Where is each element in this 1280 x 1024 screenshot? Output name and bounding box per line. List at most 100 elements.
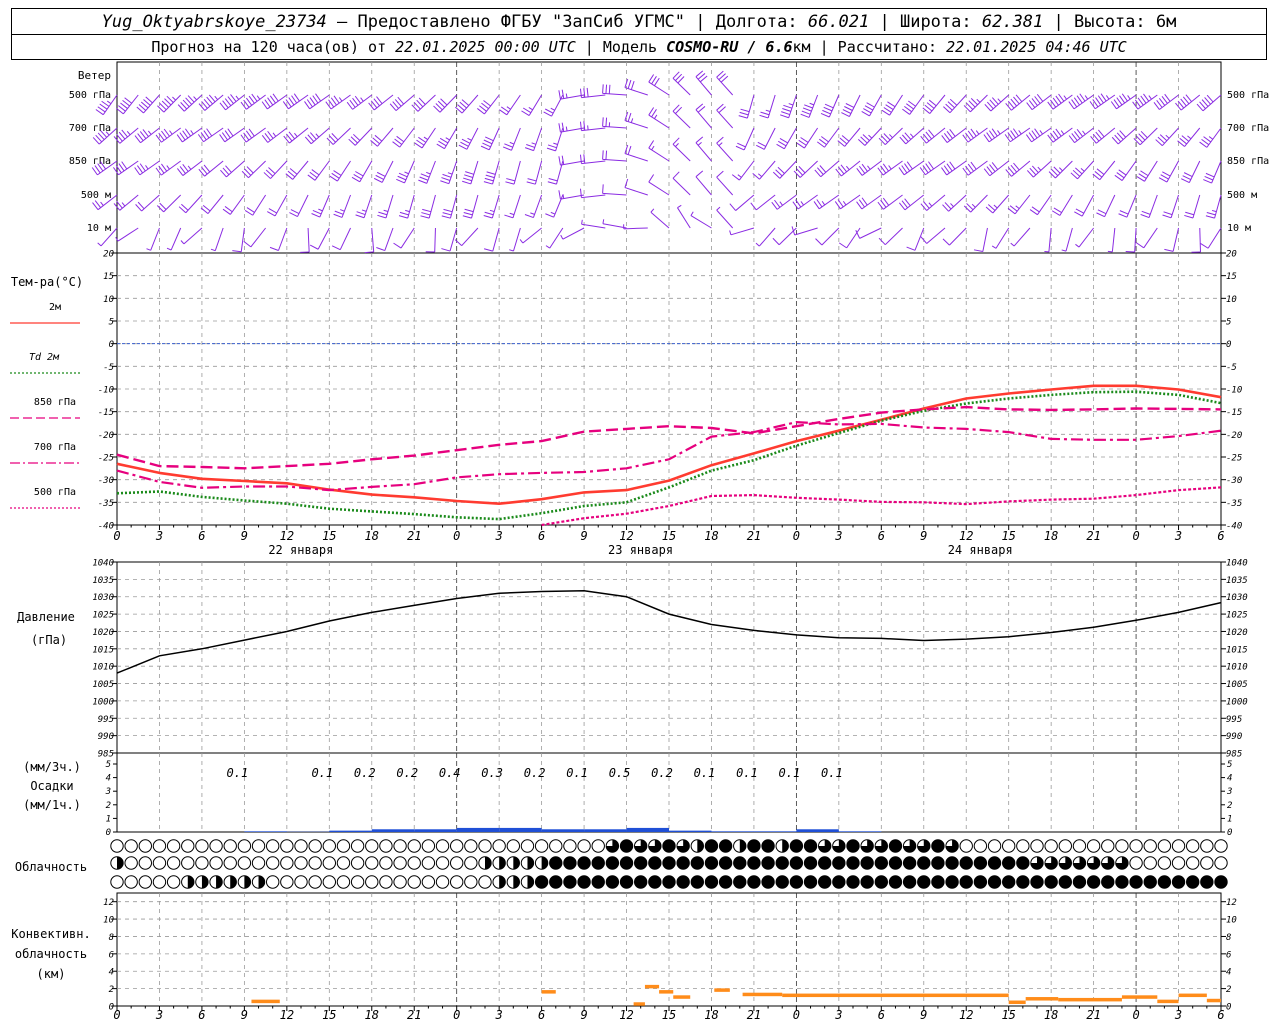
wind-barb-staff bbox=[995, 227, 1010, 249]
wind-barb-feather bbox=[1185, 211, 1195, 216]
cloud-symbol bbox=[563, 839, 577, 853]
cloud-symbol bbox=[846, 839, 860, 853]
wind-barb-feather bbox=[1119, 210, 1129, 215]
cloud-symbol bbox=[761, 856, 775, 870]
wind-barb-feather bbox=[1158, 177, 1168, 183]
wind-barb bbox=[269, 227, 288, 251]
wind-barb-feather bbox=[651, 145, 655, 151]
precip-tick-left: 0 bbox=[106, 828, 111, 838]
cloud-symbol bbox=[902, 839, 917, 853]
cloud-symbol bbox=[718, 875, 733, 889]
cloud-half bbox=[697, 839, 704, 853]
day-label: 22 января bbox=[268, 543, 333, 557]
cloud-symbol bbox=[421, 875, 436, 889]
wind-barb bbox=[1074, 194, 1095, 217]
cloud-symbol bbox=[648, 839, 662, 853]
wind-barb bbox=[729, 227, 755, 236]
wind-barb-feather bbox=[355, 214, 365, 219]
y-tick-label-left: -40 bbox=[98, 522, 114, 532]
wind-barb-feather bbox=[436, 143, 445, 150]
wind-barb-feather bbox=[975, 130, 980, 135]
wind-barb-feather bbox=[338, 97, 343, 102]
wind-barb bbox=[752, 160, 776, 180]
wind-barb-feather bbox=[447, 172, 453, 175]
wind-barb-feather bbox=[519, 239, 524, 244]
cloud-circle bbox=[874, 875, 889, 889]
cloud-circle bbox=[393, 856, 407, 870]
wind-barb-feather bbox=[524, 214, 534, 219]
cloud-symbol bbox=[874, 875, 889, 889]
wind-barb-feather bbox=[361, 209, 367, 212]
wind-barb bbox=[1029, 194, 1052, 216]
wind-barb bbox=[351, 160, 373, 183]
precip-tick-left: 1 bbox=[106, 814, 111, 824]
wind-barb-feather bbox=[888, 165, 892, 170]
x-tick-label-bottom: 0 bbox=[113, 1008, 120, 1022]
cloud-symbol bbox=[648, 875, 662, 889]
wind-barb-feather bbox=[997, 130, 1001, 135]
wind-barb bbox=[920, 194, 946, 211]
wind-barb-feather bbox=[889, 134, 893, 139]
cloud-circle bbox=[520, 839, 535, 853]
cloud-symbol bbox=[124, 875, 138, 889]
cloud-circle bbox=[1101, 875, 1115, 889]
cloud-circle bbox=[181, 839, 195, 853]
wind-barb-feather bbox=[1082, 130, 1086, 135]
wind-barb-feather bbox=[1183, 172, 1193, 178]
wind-barb-feather bbox=[1148, 95, 1152, 100]
wind-barb-staff bbox=[513, 160, 521, 185]
cloud-symbol bbox=[138, 875, 153, 889]
wind-barb-feather bbox=[482, 142, 491, 148]
wind-barb-feather bbox=[458, 144, 468, 150]
wind-barb bbox=[962, 160, 988, 176]
cloud-circle bbox=[365, 875, 379, 889]
x-tick-label-bottom: 0 bbox=[793, 1008, 800, 1022]
cloud-symbol bbox=[1115, 875, 1129, 889]
wind-barb-feather bbox=[461, 138, 471, 144]
y-tick-label-left: 1035 bbox=[92, 576, 114, 586]
cloud-symbol bbox=[1001, 839, 1016, 853]
cloud-symbol bbox=[322, 839, 337, 853]
cloud-circle bbox=[138, 875, 153, 889]
wind-barb-feather bbox=[334, 210, 344, 215]
wind-barb bbox=[963, 94, 988, 113]
precip-bar bbox=[541, 829, 585, 832]
wind-barb-feather bbox=[737, 174, 742, 178]
cloud-circle bbox=[1185, 856, 1200, 870]
wind-barb bbox=[115, 94, 139, 115]
wind-barb bbox=[695, 170, 712, 196]
temp-legend-label: 850 гПа bbox=[34, 397, 76, 408]
y-tick-label-left: -15 bbox=[98, 408, 114, 418]
precip-bar bbox=[244, 831, 287, 832]
wind-barb-staff bbox=[1037, 194, 1052, 215]
wind-barb-staff bbox=[492, 227, 500, 252]
cloud-circle bbox=[294, 875, 308, 889]
wind-barb bbox=[135, 194, 160, 212]
wind-barb-feather bbox=[605, 150, 608, 160]
y-tick-label-right: 5 bbox=[1226, 318, 1231, 328]
wind-barb-staff bbox=[400, 227, 415, 249]
cloud-symbol bbox=[280, 839, 294, 853]
cloud-symbol bbox=[181, 856, 195, 870]
wind-barb-feather bbox=[942, 238, 950, 246]
wind-barb-staff bbox=[317, 227, 330, 250]
cloud-symbol bbox=[534, 856, 549, 870]
wind-barb bbox=[920, 227, 946, 244]
wind-barb bbox=[898, 194, 925, 211]
wind-barb bbox=[1155, 127, 1179, 147]
wind-barb-feather bbox=[906, 246, 916, 251]
cloud-circle bbox=[959, 875, 973, 889]
cloud-circle bbox=[619, 839, 634, 853]
cloud-circle bbox=[633, 856, 648, 870]
cloud-circle bbox=[973, 839, 988, 853]
cloud-circle bbox=[549, 839, 563, 853]
cloud-symbol bbox=[478, 839, 492, 853]
wind-barb bbox=[963, 194, 988, 213]
x-tick-label-bottom: 15 bbox=[322, 1008, 336, 1022]
cloud-symbol bbox=[1044, 875, 1058, 889]
convective-segment bbox=[1206, 998, 1221, 1003]
wind-barb-feather bbox=[928, 202, 933, 207]
cloud-symbol bbox=[152, 839, 167, 853]
cloud-symbol bbox=[365, 856, 379, 870]
y-tick-label-left: 6 bbox=[109, 950, 114, 960]
